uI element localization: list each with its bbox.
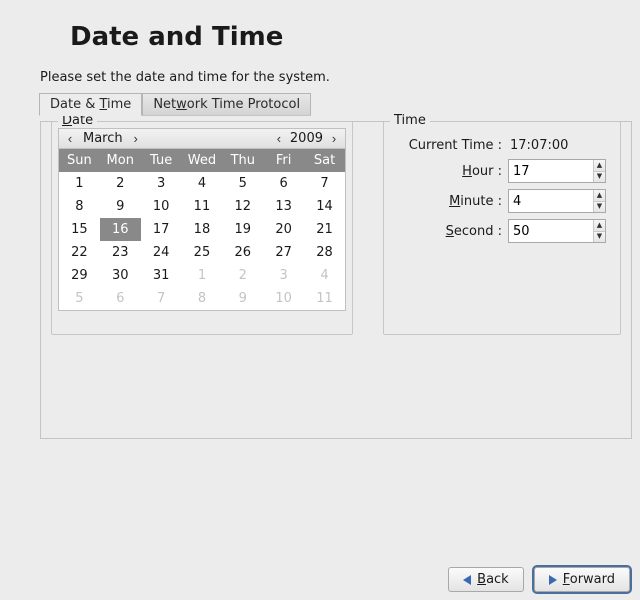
calendar-day[interactable]: 5	[222, 172, 263, 195]
calendar-day[interactable]: 28	[304, 241, 345, 264]
calendar-day[interactable]: 1	[182, 264, 223, 287]
calendar-day[interactable]: 2	[222, 264, 263, 287]
calendar-year[interactable]: 2009	[286, 131, 327, 146]
calendar-day[interactable]: 8	[59, 195, 100, 218]
second-label: Second :	[398, 224, 508, 239]
hour-up-icon[interactable]: ▲	[594, 160, 605, 172]
calendar-grid: SunMonTueWedThuFriSat 123456789101112131…	[59, 149, 345, 310]
calendar-day[interactable]: 23	[100, 241, 141, 264]
calendar-dow: Wed	[182, 149, 223, 172]
tab-row: Date & Time Network Time Protocol	[39, 92, 632, 115]
calendar-day[interactable]: 11	[304, 287, 345, 310]
second-spinner[interactable]: ▲ ▼	[508, 219, 606, 243]
prev-year-icon[interactable]: ‹	[272, 131, 286, 146]
calendar-day[interactable]: 1	[59, 172, 100, 195]
hour-label: Hour :	[398, 164, 508, 179]
calendar-day[interactable]: 3	[141, 172, 182, 195]
minute-input[interactable]	[509, 190, 593, 212]
calendar-day[interactable]: 7	[304, 172, 345, 195]
calendar-day[interactable]: 30	[100, 264, 141, 287]
calendar-dow: Mon	[100, 149, 141, 172]
calendar-dow: Sat	[304, 149, 345, 172]
forward-button[interactable]: Forward	[534, 567, 630, 592]
calendar-day[interactable]: 14	[304, 195, 345, 218]
hour-input[interactable]	[509, 160, 593, 182]
instruction-text: Please set the date and time for the sys…	[40, 70, 640, 85]
calendar-day[interactable]: 15	[59, 218, 100, 241]
current-time-value: 17:07:00	[510, 138, 568, 153]
calendar-day[interactable]: 5	[59, 287, 100, 310]
calendar-day[interactable]: 6	[100, 287, 141, 310]
prev-month-icon[interactable]: ‹	[63, 131, 77, 146]
arrow-left-icon	[463, 575, 471, 585]
second-input[interactable]	[509, 220, 593, 242]
calendar-day[interactable]: 3	[263, 264, 304, 287]
calendar-day[interactable]: 31	[141, 264, 182, 287]
calendar-day[interactable]: 9	[100, 195, 141, 218]
minute-up-icon[interactable]: ▲	[594, 190, 605, 202]
calendar-day[interactable]: 27	[263, 241, 304, 264]
calendar-day[interactable]: 20	[263, 218, 304, 241]
calendar-day[interactable]: 10	[141, 195, 182, 218]
second-down-icon[interactable]: ▼	[594, 232, 605, 243]
next-month-icon[interactable]: ›	[129, 131, 143, 146]
calendar-day[interactable]: 4	[304, 264, 345, 287]
second-up-icon[interactable]: ▲	[594, 220, 605, 232]
page-title: Date and Time	[70, 22, 640, 52]
settings-panel: Date ‹ March › ‹ 2009 › SunMonTueWedThuF…	[40, 121, 632, 439]
calendar: ‹ March › ‹ 2009 › SunMonTueWedThuFriSat…	[58, 128, 346, 311]
calendar-day[interactable]: 24	[141, 241, 182, 264]
calendar-month[interactable]: March	[77, 131, 129, 146]
minute-spinner[interactable]: ▲ ▼	[508, 189, 606, 213]
calendar-day[interactable]: 18	[182, 218, 223, 241]
calendar-day[interactable]: 21	[304, 218, 345, 241]
back-button[interactable]: Back	[448, 567, 524, 592]
calendar-day[interactable]: 25	[182, 241, 223, 264]
calendar-day[interactable]: 4	[182, 172, 223, 195]
calendar-day[interactable]: 26	[222, 241, 263, 264]
tab-date-time[interactable]: Date & Time	[39, 93, 142, 116]
calendar-day[interactable]: 19	[222, 218, 263, 241]
calendar-dow: Fri	[263, 149, 304, 172]
calendar-day[interactable]: 11	[182, 195, 223, 218]
calendar-day[interactable]: 12	[222, 195, 263, 218]
next-year-icon[interactable]: ›	[327, 131, 341, 146]
calendar-day[interactable]: 22	[59, 241, 100, 264]
calendar-day[interactable]: 10	[263, 287, 304, 310]
footer-buttons: Back Forward	[448, 567, 630, 592]
calendar-dow: Tue	[141, 149, 182, 172]
calendar-day[interactable]: 2	[100, 172, 141, 195]
calendar-day[interactable]: 13	[263, 195, 304, 218]
calendar-day[interactable]: 8	[182, 287, 223, 310]
calendar-day[interactable]: 7	[141, 287, 182, 310]
calendar-dow: Sun	[59, 149, 100, 172]
arrow-right-icon	[549, 575, 557, 585]
time-legend: Time	[390, 113, 430, 128]
hour-down-icon[interactable]: ▼	[594, 172, 605, 183]
date-groupbox: Date ‹ March › ‹ 2009 › SunMonTueWedThuF…	[51, 121, 353, 335]
calendar-dow: Thu	[222, 149, 263, 172]
calendar-day[interactable]: 6	[263, 172, 304, 195]
minute-down-icon[interactable]: ▼	[594, 202, 605, 213]
calendar-day[interactable]: 29	[59, 264, 100, 287]
calendar-day[interactable]: 9	[222, 287, 263, 310]
minute-label: Minute :	[398, 194, 508, 209]
calendar-header: ‹ March › ‹ 2009 ›	[59, 129, 345, 149]
calendar-day[interactable]: 16	[100, 218, 141, 241]
tab-ntp[interactable]: Network Time Protocol	[142, 93, 311, 116]
hour-spinner[interactable]: ▲ ▼	[508, 159, 606, 183]
calendar-day[interactable]: 17	[141, 218, 182, 241]
current-time-label: Current Time :	[398, 138, 508, 153]
time-groupbox: Time Current Time : 17:07:00 Hour : ▲ ▼	[383, 121, 621, 335]
